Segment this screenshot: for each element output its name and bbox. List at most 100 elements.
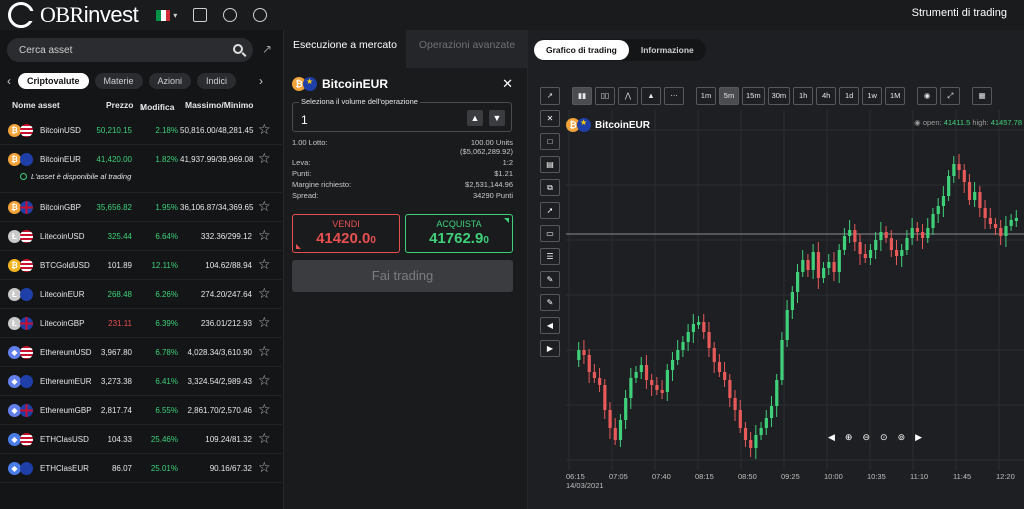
dots-chart-icon[interactable]: ⋯ [664,87,684,105]
tab-market-execution[interactable]: Esecuzione a mercato [284,30,406,68]
ruler-icon[interactable]: ✎ [540,294,560,311]
select-shape-icon[interactable]: □ [540,133,560,150]
calendar-icon[interactable]: ▦ [972,87,993,105]
tab-commodities[interactable]: Materie [94,73,143,89]
search-input[interactable] [19,44,219,56]
asset-row[interactable]: ◆ ETHClasUSD 104.33 25.46% 109.24/81.32 ☆ [0,425,284,454]
arrow-left-icon[interactable]: ◀ [828,432,835,443]
candles-icon[interactable]: ▮▮ [572,87,592,105]
asset-row[interactable]: ◆ EthereumUSD 3,967.80 6.78% 4,028.34/3,610.… [0,338,284,367]
star-icon[interactable]: ☆ [258,344,271,358]
tab-information[interactable]: Informazione [629,40,706,60]
zoom-out-icon[interactable]: ⊖ [862,432,870,443]
tab-indices[interactable]: Indici [197,73,237,89]
asset-row[interactable]: ◆ EthereumEUR 3,273.38 6.41% 3,324.54/2,989.… [0,367,284,396]
info-icon[interactable] [223,8,238,22]
arrow-right-icon[interactable]: ▶ [540,340,560,357]
search-icon[interactable] [233,44,243,54]
timeframe-30m[interactable]: 30m [767,87,791,105]
asset-row[interactable]: Ł LitecoinUSD 325.44 6.64% 332.36/299.12 ☆ [0,222,284,251]
rectangle-icon[interactable]: ▭ [540,225,560,242]
tab-advanced-orders[interactable]: Operazioni avanzate [406,30,528,68]
chevron-right-icon[interactable]: › [252,74,270,88]
tools-title[interactable]: Strumenti di trading [912,7,1007,19]
price-chart[interactable] [566,110,1024,470]
close-icon[interactable]: ✕ [502,76,513,92]
horizontal-lines-icon[interactable]: ☰ [540,248,560,265]
candle [644,365,649,380]
asset-price: 2,817.74 [100,406,132,415]
magnet-icon[interactable]: ▤ [540,156,560,173]
star-icon[interactable]: ☆ [258,199,271,213]
fullscreen-chart-icon[interactable]: ⤢ [940,87,961,105]
timeframe-15m[interactable]: 15m [742,87,765,105]
top-icons: ▾ [156,8,268,22]
star-icon[interactable]: ☆ [258,431,271,445]
star-icon[interactable]: ☆ [258,122,271,136]
area-chart-icon[interactable]: ▲ [641,87,661,105]
sell-button[interactable]: VENDI 41420.00 [292,214,400,253]
star-icon[interactable]: ☆ [258,286,271,300]
usa-flag-icon [20,230,33,243]
delete-drawings-icon[interactable]: ✕ [540,110,560,127]
star-icon[interactable]: ☆ [258,402,271,416]
asset-row[interactable]: ₿ BTCGoldUSD 101.89 12.11% 104.62/88.94 ☆ [0,251,284,280]
bars-icon[interactable]: ▯▯ [595,87,615,105]
timeframe-1m[interactable]: 1m [696,87,716,105]
decrease-volume-button[interactable]: ▼ [489,110,505,126]
expand-icon[interactable]: ↗ [262,43,274,55]
fullscreen-icon[interactable] [193,8,208,22]
tab-cryptocurrencies[interactable]: Criptovalute [18,73,89,89]
trendline-icon[interactable]: ➚ [540,202,560,219]
zoom-in-icon[interactable]: ⊕ [845,432,853,443]
buy-label: ACQUISTA [436,219,482,229]
asset-row[interactable]: ₿ BitcoinGBP 35,656.82 1.95% 36,106.87/34,36… [0,193,284,222]
line-chart-icon[interactable]: ⋀ [618,87,638,105]
timeframe-1M[interactable]: 1M [885,87,906,105]
star-icon[interactable]: ☆ [258,151,271,165]
tab-stocks[interactable]: Azioni [148,73,192,89]
camera-icon[interactable]: ◉ [917,87,938,105]
col-name: Nome asset [12,100,60,110]
brand-logo[interactable]: OBRinvest [8,2,139,28]
asset-row[interactable]: Ł LitecoinGBP 231.11 6.39% 236.01/212.93 ☆ [0,309,284,338]
timeframe-1d[interactable]: 1d [839,87,860,105]
star-icon[interactable]: ☆ [258,460,271,474]
trade-info-label: 1.00 Lotto: [292,138,328,147]
timeframe-4h[interactable]: 4h [816,87,837,105]
arrow-left-icon[interactable]: ◀ [540,317,560,334]
buy-button[interactable]: ACQUISTA 41762.90 [405,214,513,253]
asset-row[interactable]: ◆ EthereumGBP 2,817.74 6.55% 2,861.70/2,570.… [0,396,284,425]
asset-price: 231.11 [108,319,132,328]
headset-icon[interactable] [253,8,268,22]
pencil-icon[interactable]: ✎ [540,271,560,288]
asset-row[interactable]: ₿ BitcoinEUR 41,420.00 1.82% 41,937.99/39,96… [0,145,284,193]
star-icon[interactable]: ☆ [258,315,271,329]
volume-input[interactable] [301,113,441,127]
star-icon[interactable]: ☆ [258,228,271,242]
zoom-reset-icon[interactable]: ⊙ [880,432,888,443]
chevron-left-icon[interactable]: ‹ [0,74,18,88]
language-selector[interactable]: ▾ [156,9,177,21]
trade-panel: Esecuzione a mercato Operazioni avanzate… [284,30,528,509]
copy-icon[interactable]: ⧉ [540,179,560,196]
candle [775,380,779,406]
star-icon[interactable]: ☆ [258,373,271,387]
place-trade-button[interactable]: Fai trading [292,260,513,292]
cursor-tool-icon[interactable]: ↗ [540,87,560,105]
timeframe-1h[interactable]: 1h [793,87,814,105]
increase-volume-button[interactable]: ▲ [467,110,483,126]
candle [941,196,946,206]
tab-trading-chart[interactable]: Grafico di trading [534,40,629,60]
asset-row[interactable]: ₿ BitcoinUSD 50,210.15 2.18% 50,816.00/48,28… [0,116,284,145]
timeframe-5m[interactable]: 5m [719,87,739,105]
zoom-fit-icon[interactable]: ⊚ [898,432,906,443]
availability-note: L'asset è disponibile al trading [20,172,131,181]
asset-row[interactable]: ◆ ETHClasEUR 86.07 25.01% 90.16/67.32 ☆ [0,454,284,483]
star-icon[interactable]: ☆ [258,257,271,271]
asset-row[interactable]: Ł LitecoinEUR 268.48 6.26% 274.20/247.64 ☆ [0,280,284,309]
arrow-right-icon[interactable]: ▶ [915,432,922,443]
timeframe-1w[interactable]: 1w [862,87,883,105]
candlestick-chart[interactable] [566,110,1024,470]
chart-panel: Grafico di trading Informazione ↗ ▮▮ ▯▯ … [528,30,1024,509]
